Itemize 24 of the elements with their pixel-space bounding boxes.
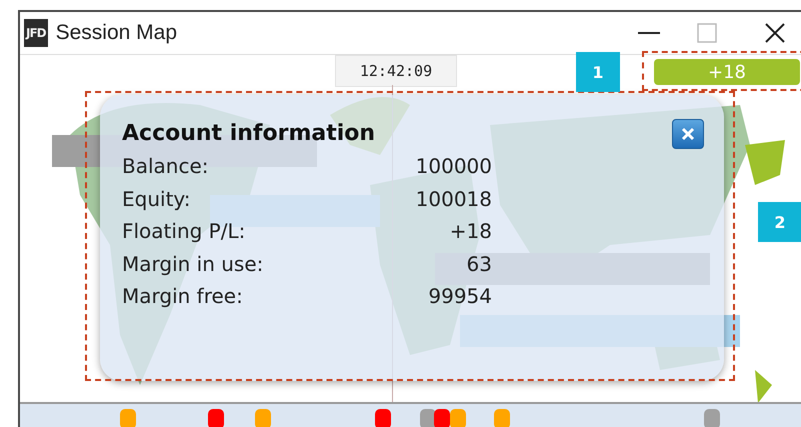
callout-badge: 1	[576, 52, 620, 92]
profit-badge: +18	[654, 59, 800, 86]
close-icon	[764, 22, 786, 44]
field-value: 100000	[414, 153, 492, 180]
close-button[interactable]	[672, 119, 704, 150]
field-label: Margin in use:	[122, 250, 264, 278]
minimize-icon	[638, 32, 660, 34]
field-value: 99954	[427, 283, 492, 310]
clock-label: 12:42:09	[335, 55, 457, 88]
popup-title: Account information	[122, 121, 376, 146]
field-label: Balance:	[122, 153, 210, 180]
continent-shape	[745, 140, 785, 186]
app-logo: JFD	[24, 19, 48, 48]
field-label: Margin free:	[122, 283, 244, 310]
field-value: +18	[448, 218, 492, 246]
callout-badge: 2	[758, 202, 801, 242]
field-label: Equity:	[122, 186, 192, 213]
maximize-icon	[697, 23, 717, 44]
field-value: 100018	[414, 186, 492, 213]
window-title: Session Map	[56, 21, 178, 46]
field-label: Floating P/L:	[122, 218, 246, 246]
close-icon	[681, 127, 695, 142]
continent-shape	[755, 370, 772, 404]
field-value: 63	[466, 250, 492, 278]
